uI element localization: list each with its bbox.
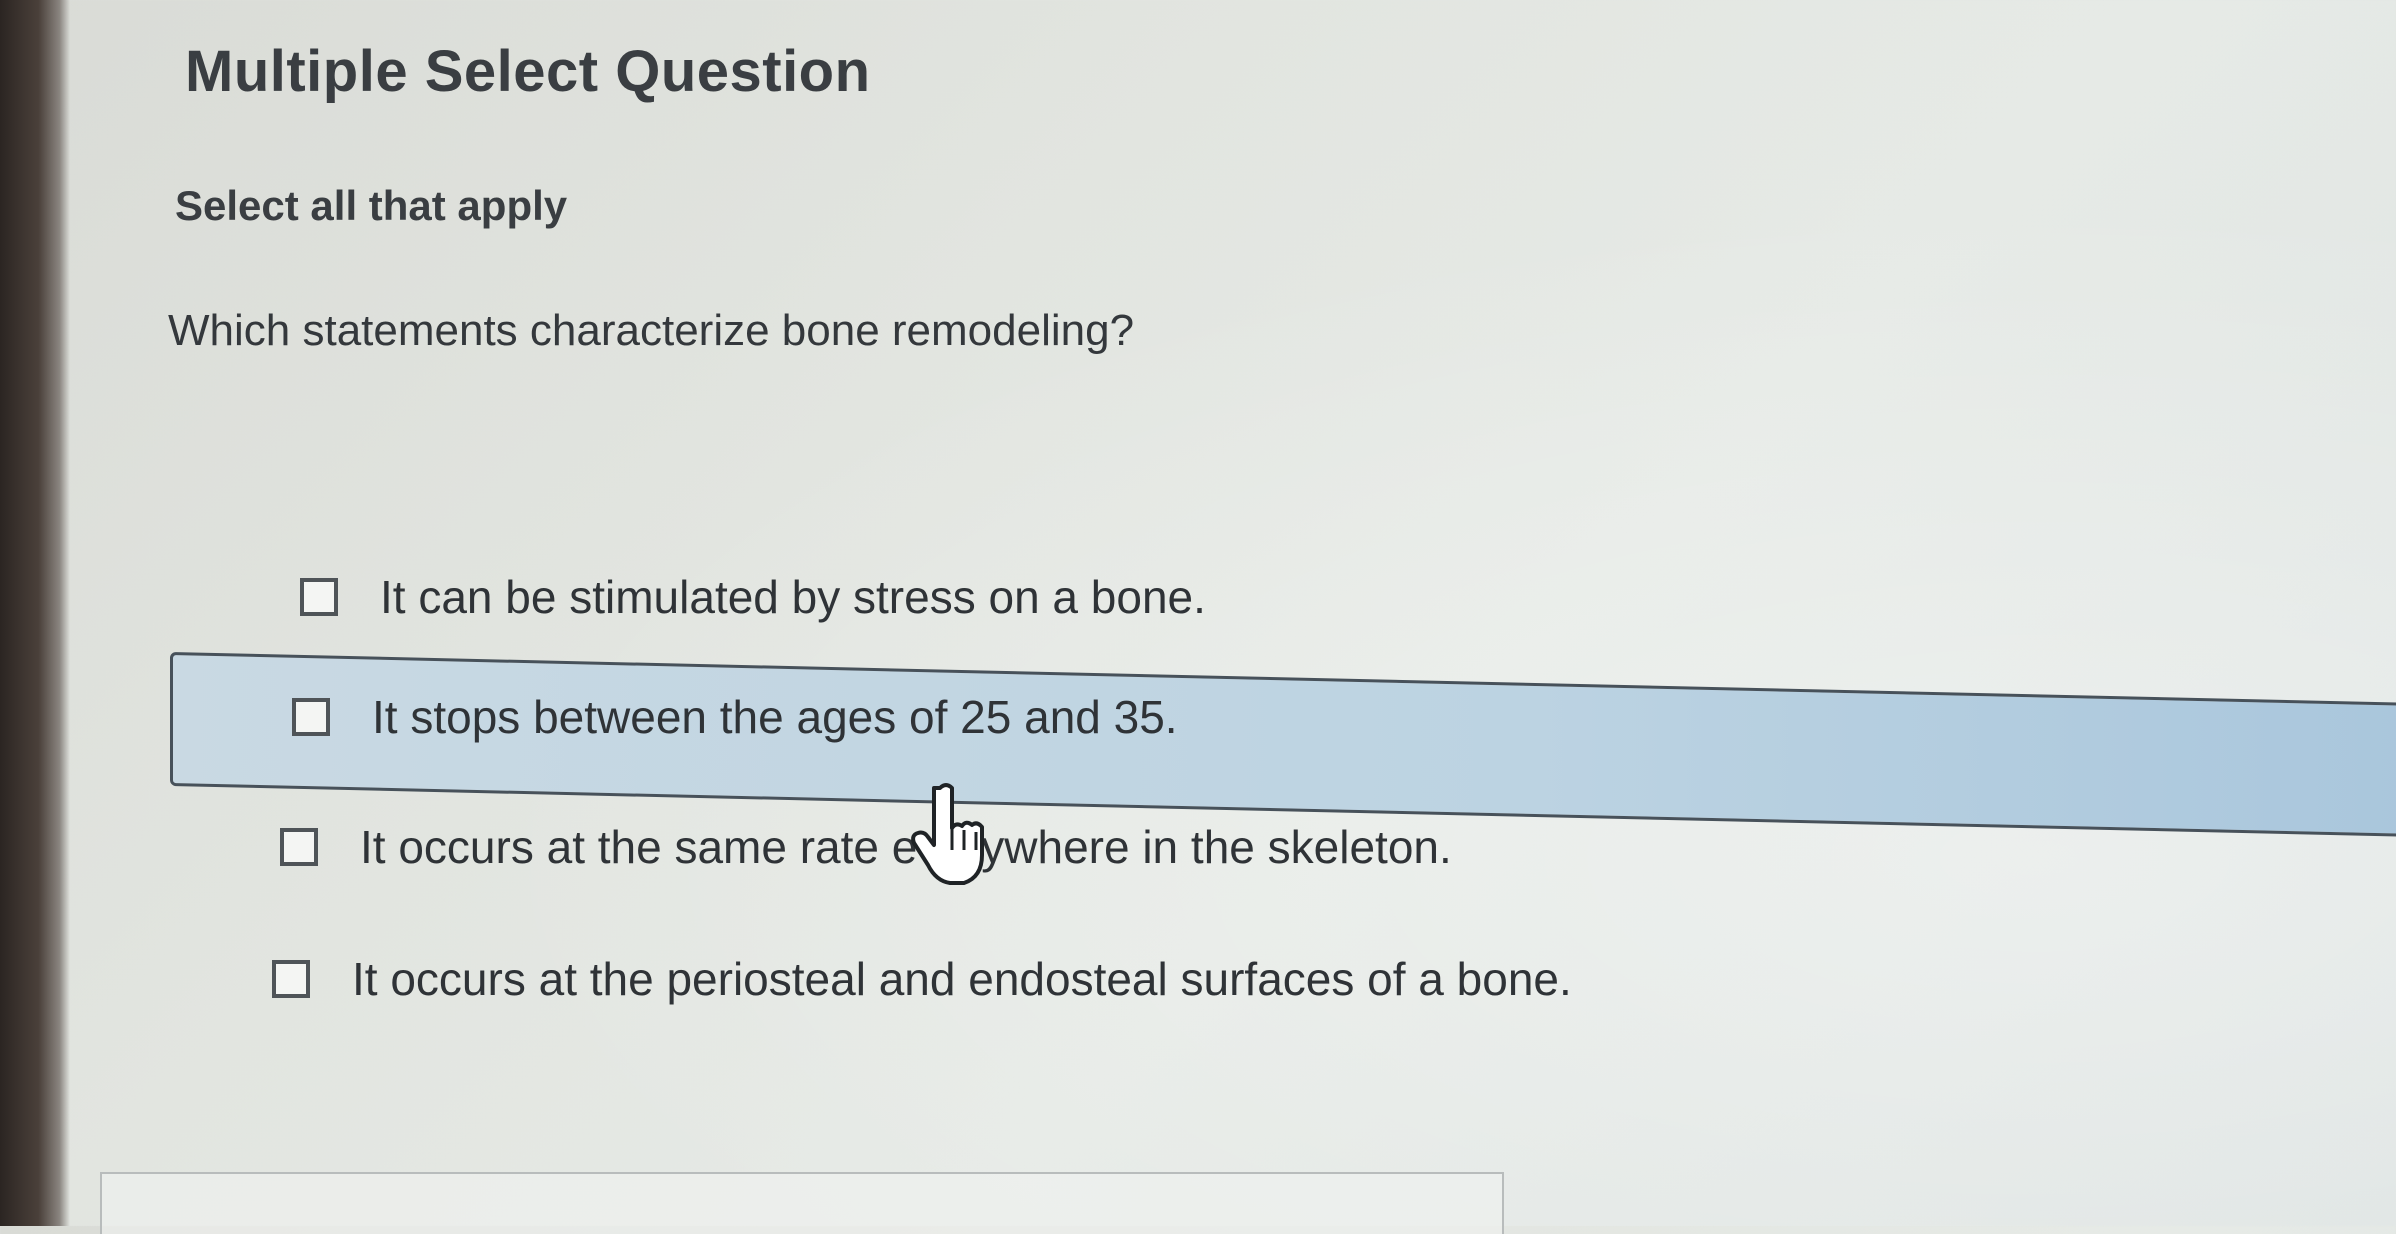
answer-option-1-label: It can be stimulated by stress on a bone… [380,571,1206,623]
checkbox-2[interactable] [292,698,330,736]
answer-option-1[interactable]: It can be stimulated by stress on a bone… [300,570,1206,624]
answer-option-4-label: It occurs at the periosteal and endostea… [352,953,1572,1005]
hovered-option-highlight [170,652,2396,838]
answer-option-3[interactable]: It occurs at the same rate everywhere in… [280,820,1452,874]
checkbox-3[interactable] [280,828,318,866]
question-prompt: Which statements characterize bone remod… [168,306,1135,355]
answer-option-2-label: It stops between the ages of 25 and 35. [372,691,1178,743]
next-section-box [100,1172,1504,1234]
answer-option-2[interactable]: It stops between the ages of 25 and 35. [292,690,1178,744]
instruction-text: Select all that apply [175,182,568,229]
hand-pointer-icon [911,783,984,885]
checkbox-4[interactable] [272,960,310,998]
screen-bezel [0,0,70,1226]
answer-option-4[interactable]: It occurs at the periosteal and endostea… [272,952,1572,1006]
checkbox-1[interactable] [300,578,338,616]
question-type-title: Multiple Select Question [185,39,871,104]
answer-option-3-label: It occurs at the same rate everywhere in… [360,821,1452,873]
